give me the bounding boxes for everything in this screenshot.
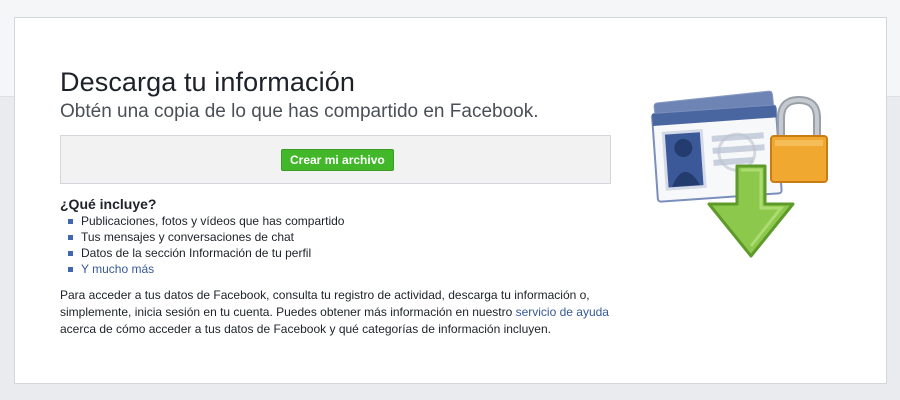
page-subtitle: Obtén una copia de lo que has compartido… bbox=[60, 101, 539, 122]
list-item: Tus mensajes y conversaciones de chat bbox=[68, 229, 344, 245]
list-item-label: Datos de la sección Información de tu pe… bbox=[81, 246, 312, 260]
download-info-card: Descarga tu información Obtén una copia … bbox=[14, 17, 887, 384]
info-paragraph: Para acceder a tus datos de Facebook, co… bbox=[60, 287, 620, 338]
help-center-link[interactable]: servicio de ayuda bbox=[516, 305, 609, 319]
info-text-end: acerca de cómo acceder a tus datos de Fa… bbox=[60, 322, 551, 336]
list-item: Y mucho más bbox=[68, 261, 344, 277]
bullet-icon bbox=[68, 267, 73, 272]
includes-list: Publicaciones, fotos y vídeos que has co… bbox=[68, 213, 344, 277]
bullet-icon bbox=[68, 251, 73, 256]
list-item-label: Publicaciones, fotos y vídeos que has co… bbox=[81, 214, 345, 228]
padlock bbox=[770, 95, 828, 183]
bullet-icon bbox=[68, 219, 73, 224]
bullet-icon bbox=[68, 235, 73, 240]
info-text-start: Para acceder a tus datos de Facebook, co… bbox=[60, 288, 590, 319]
id-card-lock-download-icon bbox=[651, 90, 828, 258]
list-item: Publicaciones, fotos y vídeos que has co… bbox=[68, 213, 344, 229]
list-item-label: Tus mensajes y conversaciones de chat bbox=[81, 230, 294, 244]
action-bar: Crear mi archivo bbox=[60, 135, 611, 184]
page-title: Descarga tu información bbox=[60, 67, 355, 97]
includes-heading: ¿Qué incluye? bbox=[60, 196, 157, 212]
list-item: Datos de la sección Información de tu pe… bbox=[68, 245, 344, 261]
more-link[interactable]: Y mucho más bbox=[81, 262, 154, 276]
create-file-button[interactable]: Crear mi archivo bbox=[281, 149, 394, 171]
